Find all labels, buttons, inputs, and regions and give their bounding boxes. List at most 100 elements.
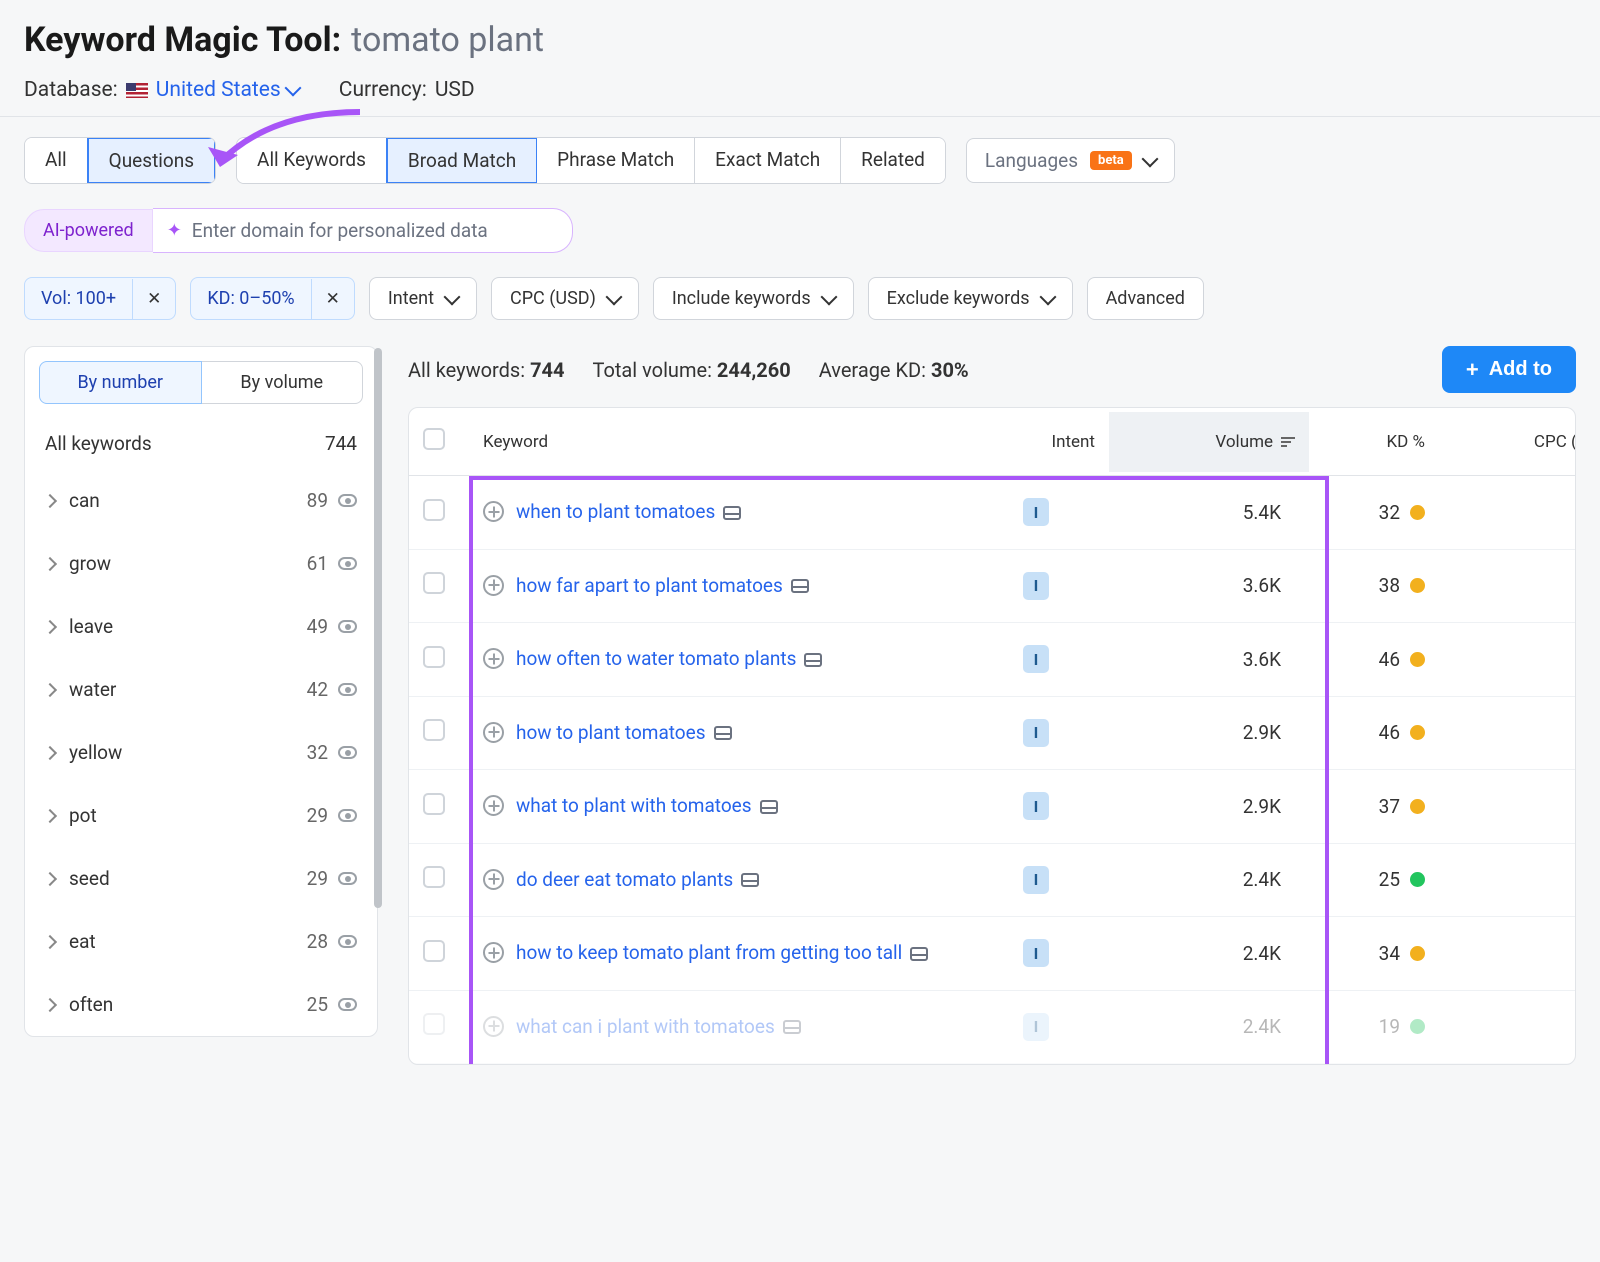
tab-exact-match[interactable]: Exact Match: [695, 138, 841, 183]
domain-input[interactable]: ✦ Enter domain for personalized data: [153, 208, 573, 253]
sidebar-item-label: can: [69, 489, 100, 512]
chevron-right-icon: [43, 556, 57, 570]
sidebar-item[interactable]: eat 28: [25, 910, 377, 973]
add-to-list-button[interactable]: + Add to: [1442, 346, 1576, 393]
serp-icon[interactable]: [714, 726, 732, 740]
cpc-value: 0.38: [1439, 699, 1576, 766]
sidebar-item[interactable]: water 42: [25, 658, 377, 721]
filter-advanced[interactable]: Advanced: [1087, 277, 1204, 320]
tab-broad-match[interactable]: Broad Match: [386, 137, 538, 184]
intent-badge: I: [1023, 498, 1049, 526]
sidebar-item[interactable]: yellow 32: [25, 721, 377, 784]
kd-dot-icon: [1410, 1019, 1425, 1034]
cpc-value: 0.15: [1439, 626, 1576, 693]
table-row: do deer eat tomato plants I 2.4K 25 0.06: [409, 844, 1575, 918]
expand-icon[interactable]: [483, 648, 504, 669]
chevron-down-icon: [284, 80, 301, 97]
filter-include-keywords[interactable]: Include keywords: [653, 277, 854, 320]
sidebar-all-keywords-label[interactable]: All keywords: [45, 432, 152, 455]
filter-cpc[interactable]: CPC (USD): [491, 277, 639, 320]
keyword-link[interactable]: what can i plant with tomatoes: [516, 1015, 775, 1038]
languages-dropdown[interactable]: Languages beta: [966, 138, 1175, 183]
expand-icon[interactable]: [483, 869, 504, 890]
serp-icon[interactable]: [804, 653, 822, 667]
row-checkbox[interactable]: [423, 499, 445, 521]
row-checkbox[interactable]: [423, 719, 445, 741]
keyword-link[interactable]: when to plant tomatoes: [516, 500, 715, 523]
sidebar-item[interactable]: often 25: [25, 973, 377, 1036]
row-checkbox[interactable]: [423, 793, 445, 815]
serp-icon[interactable]: [791, 579, 809, 593]
serp-icon[interactable]: [741, 873, 759, 887]
col-volume[interactable]: Volume: [1109, 412, 1309, 472]
row-checkbox[interactable]: [423, 940, 445, 962]
select-all-checkbox[interactable]: [423, 428, 445, 450]
expand-icon[interactable]: [483, 722, 504, 743]
tab-related[interactable]: Related: [841, 138, 945, 183]
sidebar-tab-by-volume[interactable]: By volume: [202, 361, 364, 404]
tab-questions[interactable]: Questions: [87, 137, 216, 184]
kd-dot-icon: [1410, 946, 1425, 961]
filter-kd[interactable]: KD: 0–50% ✕: [190, 277, 355, 320]
expand-icon[interactable]: [483, 1016, 504, 1037]
tab-all-keywords[interactable]: All Keywords: [237, 138, 387, 183]
col-intent[interactable]: Intent: [1009, 412, 1109, 472]
tab-phrase-match[interactable]: Phrase Match: [537, 138, 695, 183]
col-cpc[interactable]: CPC (USD): [1439, 412, 1576, 472]
keyword-link[interactable]: how often to water tomato plants: [516, 647, 796, 670]
keyword-link[interactable]: what to plant with tomatoes: [516, 794, 752, 817]
eye-icon[interactable]: [338, 935, 357, 948]
database-selector[interactable]: United States: [156, 78, 299, 102]
cpc-value: 0.05: [1439, 993, 1576, 1060]
eye-icon[interactable]: [338, 998, 357, 1011]
sidebar-item-label: eat: [69, 930, 96, 953]
sidebar-item[interactable]: can 89: [25, 469, 377, 532]
filter-exclude-keywords[interactable]: Exclude keywords: [868, 277, 1073, 320]
beta-badge: beta: [1090, 151, 1132, 170]
serp-icon[interactable]: [783, 1020, 801, 1034]
table-row: what to plant with tomatoes I 2.9K 37 0.…: [409, 770, 1575, 844]
row-checkbox[interactable]: [423, 866, 445, 888]
expand-icon[interactable]: [483, 795, 504, 816]
expand-icon[interactable]: [483, 942, 504, 963]
volume-value: 3.6K: [1109, 626, 1309, 693]
sidebar-item[interactable]: pot 29: [25, 784, 377, 847]
eye-icon[interactable]: [338, 683, 357, 696]
eye-icon[interactable]: [338, 557, 357, 570]
tab-all[interactable]: All: [25, 138, 88, 183]
scrollbar[interactable]: [374, 348, 382, 908]
expand-icon[interactable]: [483, 575, 504, 596]
filter-intent[interactable]: Intent: [369, 277, 477, 320]
close-icon[interactable]: ✕: [311, 279, 354, 319]
sidebar-item[interactable]: grow 61: [25, 532, 377, 595]
eye-icon[interactable]: [338, 872, 357, 885]
sidebar-item[interactable]: leave 49: [25, 595, 377, 658]
serp-icon[interactable]: [723, 506, 741, 520]
intent-badge: I: [1023, 572, 1049, 600]
col-keyword[interactable]: Keyword: [469, 412, 1009, 472]
chevron-right-icon: [43, 682, 57, 696]
sidebar-item[interactable]: seed 29: [25, 847, 377, 910]
table-row: how to plant tomatoes I 2.9K 46 0.38: [409, 697, 1575, 771]
keyword-link[interactable]: do deer eat tomato plants: [516, 868, 733, 891]
expand-icon[interactable]: [483, 501, 504, 522]
keyword-link[interactable]: how far apart to plant tomatoes: [516, 574, 783, 597]
chevron-right-icon: [43, 934, 57, 948]
serp-icon[interactable]: [760, 800, 778, 814]
search-term: tomato plant: [351, 20, 544, 60]
eye-icon[interactable]: [338, 746, 357, 759]
eye-icon[interactable]: [338, 494, 357, 507]
eye-icon[interactable]: [338, 620, 357, 633]
close-icon[interactable]: ✕: [132, 279, 175, 319]
col-kd[interactable]: KD %: [1309, 412, 1439, 472]
sidebar-tab-by-number[interactable]: By number: [39, 361, 202, 404]
row-checkbox[interactable]: [423, 1013, 445, 1035]
row-checkbox[interactable]: [423, 572, 445, 594]
keyword-link[interactable]: how to keep tomato plant from getting to…: [516, 941, 902, 964]
filter-volume[interactable]: Vol: 100+ ✕: [24, 277, 176, 320]
eye-icon[interactable]: [338, 809, 357, 822]
cpc-value: 0.36: [1439, 552, 1576, 619]
serp-icon[interactable]: [910, 947, 928, 961]
row-checkbox[interactable]: [423, 646, 445, 668]
keyword-link[interactable]: how to plant tomatoes: [516, 721, 706, 744]
